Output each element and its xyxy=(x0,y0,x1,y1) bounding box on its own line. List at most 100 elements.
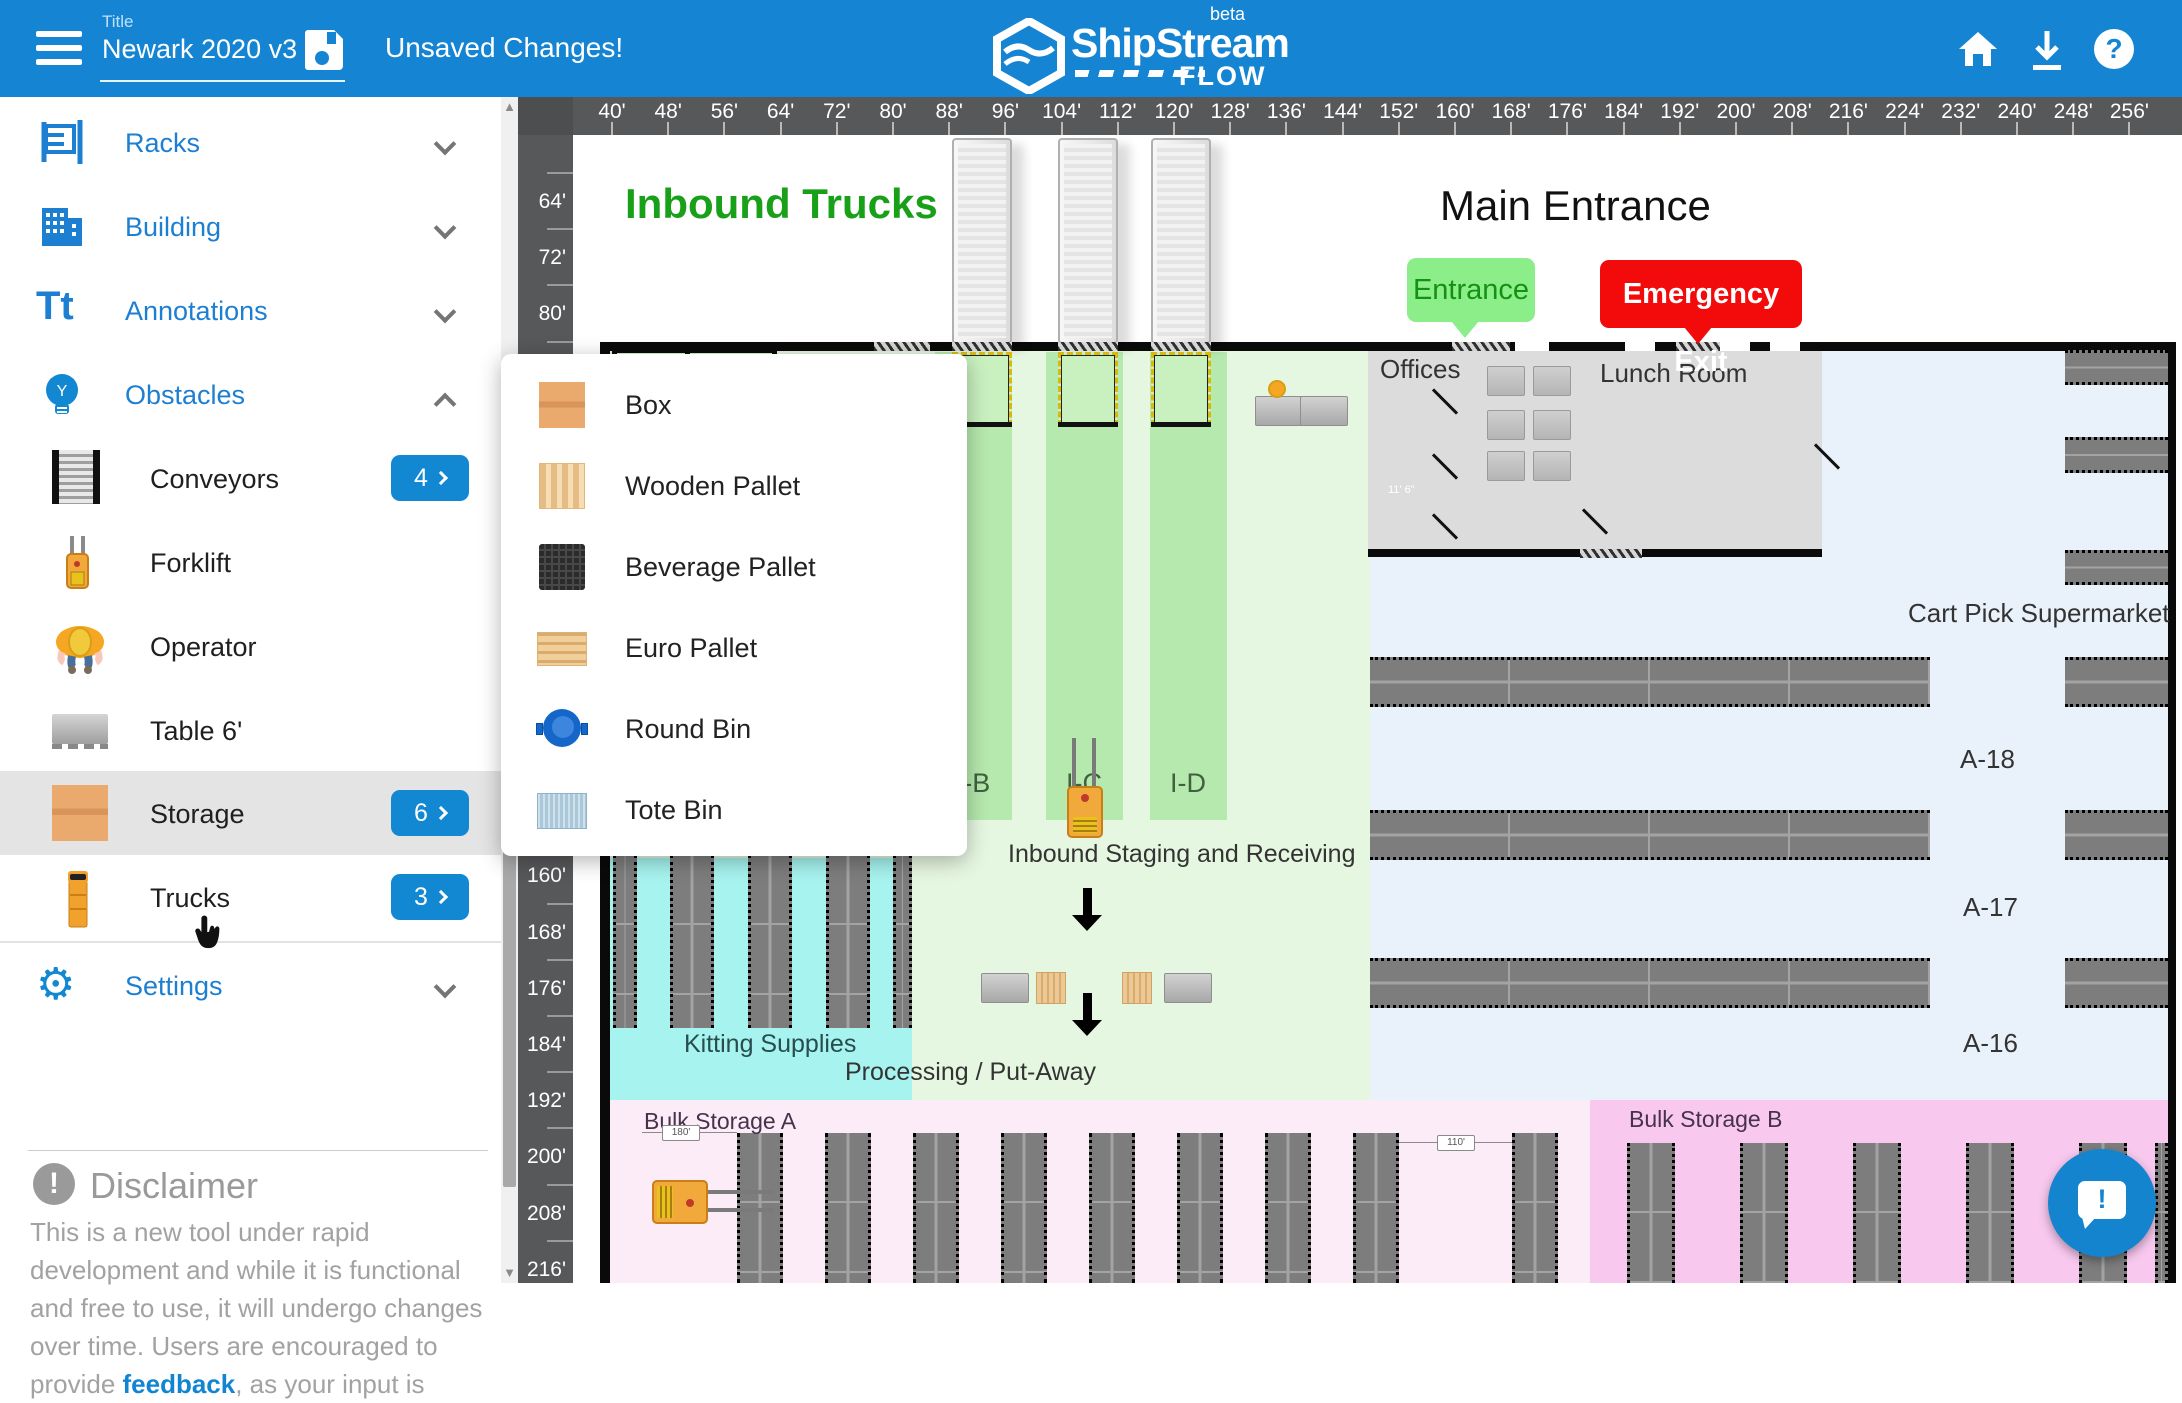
popup-item-wooden-pallet[interactable]: Wooden Pallet xyxy=(501,445,967,528)
table[interactable] xyxy=(1300,396,1348,426)
bulk-rack[interactable] xyxy=(1001,1133,1047,1283)
truck[interactable] xyxy=(1058,138,1118,344)
download-icon[interactable] xyxy=(2025,27,2069,71)
aisle-label[interactable]: A-17 xyxy=(1963,892,2018,923)
pallet-rack-row[interactable] xyxy=(2065,437,2168,473)
ruler-horizontal: 40'48'56'64'72'80'88'96'104'112'120'128'… xyxy=(573,97,2182,135)
forklift[interactable] xyxy=(652,1178,777,1228)
desk[interactable] xyxy=(1487,451,1525,481)
pallet-rack-row[interactable] xyxy=(2065,657,2168,707)
table[interactable] xyxy=(981,973,1029,1003)
main-entrance-label[interactable]: Main Entrance xyxy=(1440,182,1711,230)
help-icon[interactable]: ? xyxy=(2092,27,2136,71)
menu-icon[interactable] xyxy=(36,31,82,65)
ruler-tick xyxy=(1285,122,1287,135)
cart-pick-label[interactable]: Cart Pick Supermarket xyxy=(1908,598,2170,629)
dock-bay[interactable] xyxy=(1058,352,1118,426)
pallet-rack-row[interactable] xyxy=(2065,958,2168,1008)
sidebar-item-conveyors[interactable]: Conveyors 4 xyxy=(0,436,501,520)
bulk-rack[interactable] xyxy=(913,1133,959,1283)
kitting-rack[interactable] xyxy=(893,855,912,1028)
feedback-link[interactable]: feedback xyxy=(123,1369,236,1399)
bulk-rack[interactable] xyxy=(825,1133,871,1283)
scroll-up-icon[interactable]: ▲ xyxy=(501,97,518,117)
truck[interactable] xyxy=(952,138,1012,344)
popup-item-box[interactable]: Box xyxy=(501,364,967,447)
pallet-rack-row[interactable] xyxy=(1370,810,1930,860)
lane-label[interactable]: I-D xyxy=(1170,768,1206,799)
sidebar-item-trucks[interactable]: Trucks 3 xyxy=(0,855,501,939)
sidebar-item-operator[interactable]: Operator xyxy=(0,604,501,688)
kitting-rack[interactable] xyxy=(826,855,870,1028)
table[interactable] xyxy=(1164,973,1212,1003)
offices-label[interactable]: Offices xyxy=(1380,354,1460,385)
kitting-rack[interactable] xyxy=(748,855,792,1028)
desk[interactable] xyxy=(1487,410,1525,440)
kitting-rack[interactable] xyxy=(613,855,637,1028)
conveyors-count-badge[interactable]: 4 xyxy=(391,455,469,501)
aisle-label[interactable]: A-16 xyxy=(1963,1028,2018,1059)
sidebar-item-storage[interactable]: Storage 6 xyxy=(0,771,501,855)
pallet-rack-row[interactable] xyxy=(2065,810,2168,860)
truck[interactable] xyxy=(1151,138,1211,344)
bulk-rack[interactable] xyxy=(1353,1133,1399,1283)
wooden-pallet[interactable] xyxy=(1122,972,1152,1004)
svg-text:?: ? xyxy=(2105,33,2122,64)
pallet-rack-row[interactable] xyxy=(2065,550,2168,585)
entrance-callout[interactable]: Entrance xyxy=(1407,258,1535,322)
desk[interactable] xyxy=(1533,410,1571,440)
staging-label[interactable]: Inbound Staging and Receiving xyxy=(1008,840,1356,869)
save-icon[interactable] xyxy=(305,30,343,70)
forklift[interactable] xyxy=(1062,738,1108,838)
sidebar-item-forklift[interactable]: Forklift xyxy=(0,520,501,604)
desk[interactable] xyxy=(1533,366,1571,396)
scroll-down-icon[interactable]: ▼ xyxy=(501,1263,518,1283)
aisle-label[interactable]: A-18 xyxy=(1960,744,2015,775)
wooden-pallet-icon xyxy=(531,463,593,511)
bulk-rack[interactable] xyxy=(1853,1143,1901,1283)
bulk-rack[interactable] xyxy=(1089,1133,1135,1283)
operator[interactable] xyxy=(1268,380,1286,398)
kitting-label[interactable]: Kitting Supplies xyxy=(684,1030,856,1059)
wooden-pallet[interactable] xyxy=(1036,972,1066,1004)
dock-bay[interactable] xyxy=(1151,352,1211,426)
desk[interactable] xyxy=(1533,451,1571,481)
storage-count-badge[interactable]: 6 xyxy=(391,790,469,836)
bulk-rack[interactable] xyxy=(1177,1133,1223,1283)
bulk-rack[interactable] xyxy=(2155,1143,2168,1283)
pallet-rack-row[interactable] xyxy=(1370,958,1930,1008)
sidebar-item-table6[interactable]: Table 6' xyxy=(0,688,501,772)
kitting-rack[interactable] xyxy=(670,855,714,1028)
dock-door-hatch xyxy=(1058,342,1118,351)
pallet-rack-row[interactable] xyxy=(2065,350,2168,385)
chevron-right-icon xyxy=(434,806,448,820)
table[interactable] xyxy=(1255,396,1303,426)
pallet-rack-row[interactable] xyxy=(1370,657,1930,707)
popup-item-round-bin[interactable]: Round Bin xyxy=(501,688,967,771)
bulk-b-label[interactable]: Bulk Storage B xyxy=(1629,1106,1782,1133)
trucks-count-badge[interactable]: 3 xyxy=(391,874,469,920)
flow-arrow-icon xyxy=(1072,993,1102,1036)
ruler-label: 200' xyxy=(527,1145,566,1169)
bulk-rack[interactable] xyxy=(1966,1143,2014,1283)
emergency-exit-callout[interactable]: Emergency Exit xyxy=(1600,260,1802,328)
bulk-rack[interactable] xyxy=(1265,1133,1311,1283)
sidebar-item-racks[interactable]: Racks xyxy=(0,100,501,184)
desk[interactable] xyxy=(1487,366,1525,396)
bulk-rack[interactable] xyxy=(1512,1133,1558,1283)
bulk-rack[interactable] xyxy=(1627,1143,1675,1283)
ruler-label: 200' xyxy=(1716,100,1755,124)
sidebar-item-building[interactable]: Building xyxy=(0,184,501,268)
sidebar-item-settings[interactable]: ⚙ Settings xyxy=(0,943,501,1027)
inbound-trucks-label[interactable]: Inbound Trucks xyxy=(625,180,938,228)
sidebar-item-annotations[interactable]: Tt Annotations xyxy=(0,268,501,352)
processing-label[interactable]: Processing / Put-Away xyxy=(845,1058,1096,1087)
title-input[interactable] xyxy=(102,34,317,65)
popup-item-beverage-pallet[interactable]: Beverage Pallet xyxy=(501,526,967,609)
chat-button[interactable]: ! xyxy=(2048,1149,2156,1257)
popup-item-euro-pallet[interactable]: Euro Pallet xyxy=(501,607,967,690)
bulk-rack[interactable] xyxy=(1740,1143,1788,1283)
home-icon[interactable] xyxy=(1956,27,2000,71)
popup-item-tote-bin[interactable]: Tote Bin xyxy=(501,769,967,852)
sidebar-item-obstacles[interactable]: Y Obstacles xyxy=(0,352,501,436)
